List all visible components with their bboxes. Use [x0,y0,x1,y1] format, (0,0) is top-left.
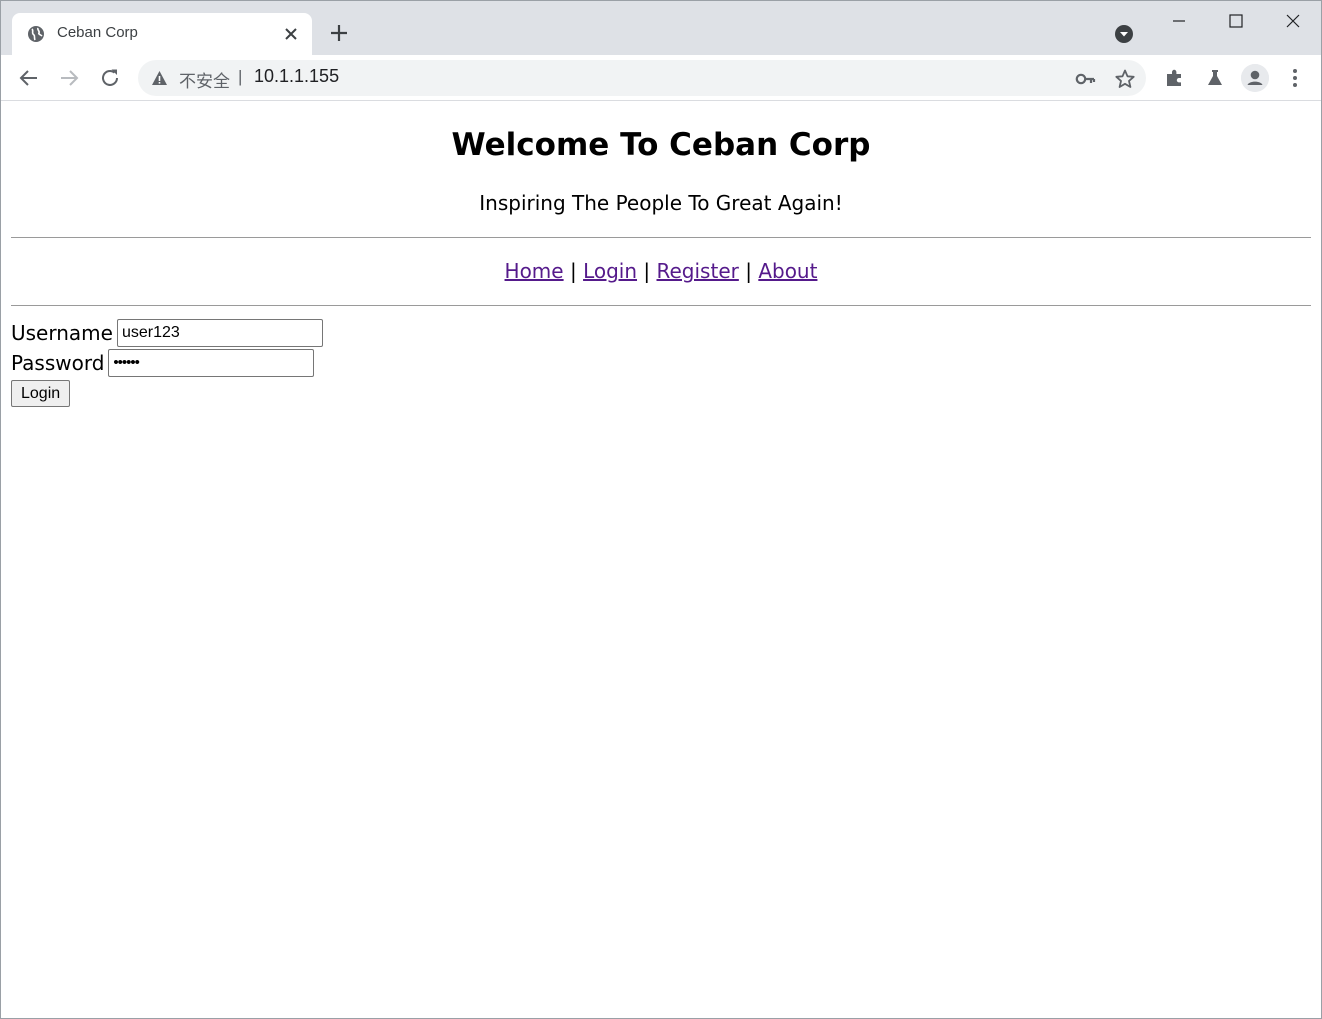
nav-link-about[interactable]: About [758,259,817,283]
username-row: Username user123 [11,319,323,347]
more-menu-icon[interactable] [1283,66,1307,90]
close-window-icon[interactable] [1264,1,1321,41]
security-status-label[interactable]: 不安全 [179,67,230,92]
bookmark-star-icon[interactable] [1114,68,1136,90]
page-subtitle: Inspiring The People To Great Again! [479,191,843,215]
nav-link-home[interactable]: Home [505,259,564,283]
password-label: Password [11,351,105,375]
site-nav: Home | Login | Register | About [1,259,1321,283]
web-page: Welcome To Ceban Corp Inspiring The Peop… [1,101,1321,1018]
maximize-window-icon[interactable] [1207,1,1265,41]
username-label: Username [11,321,113,345]
tab-title: Ceban Corp [57,24,138,41]
browser-toolbar: 不安全 | 10.1.1.155 [1,55,1321,101]
page-title: Welcome To Ceban Corp [451,127,871,163]
close-tab-icon[interactable] [282,25,300,43]
address-bar[interactable]: 不安全 | 10.1.1.155 [138,60,1146,96]
nav-link-register[interactable]: Register [657,259,739,283]
back-arrow-icon[interactable] [17,66,41,90]
password-input[interactable]: •••••• [108,349,315,377]
new-tab-icon[interactable] [328,22,350,44]
tab-strip: Ceban Corp [1,1,1321,55]
login-button[interactable]: Login [11,380,71,407]
nav-separator: | [745,259,752,283]
browser-window: Ceban Corp 不安全 | 10.1.1.155 Welcome To C… [0,0,1322,1019]
top-divider [11,237,1311,238]
profile-avatar-icon[interactable] [1241,64,1269,92]
nav-link-login[interactable]: Login [583,259,637,283]
forward-arrow-icon[interactable] [57,66,81,90]
active-tab[interactable]: Ceban Corp [12,13,312,55]
globe-icon [27,25,45,43]
nav-separator: | [569,259,577,283]
nav-divider [11,305,1311,306]
key-icon[interactable] [1074,68,1096,90]
warning-triangle-icon[interactable] [151,70,168,87]
password-row: Password •••••• [11,349,315,377]
reload-icon[interactable] [98,66,122,90]
url-text[interactable]: 10.1.1.155 [254,66,339,87]
username-input[interactable]: user123 [116,319,323,347]
tab-search-icon[interactable] [1113,23,1135,45]
omnibox-separator: | [238,67,243,86]
minimize-window-icon[interactable] [1150,1,1208,41]
extensions-puzzle-icon[interactable] [1163,66,1187,90]
labs-flask-icon[interactable] [1203,66,1227,90]
nav-separator: | [643,259,651,283]
